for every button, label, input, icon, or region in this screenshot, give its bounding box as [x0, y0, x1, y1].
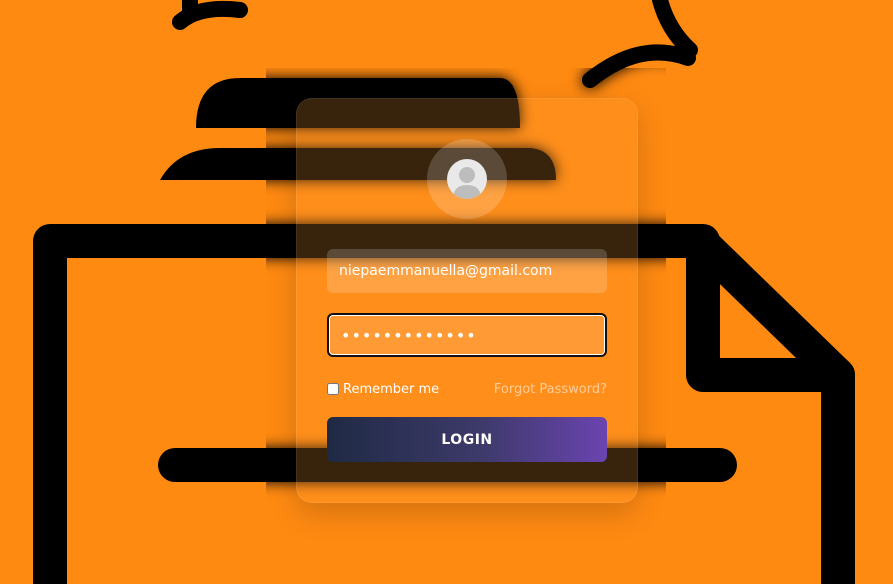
options-row: Remember me Forgot Password?	[327, 379, 607, 399]
user-avatar-icon	[447, 159, 487, 199]
forgot-password-link[interactable]: Forgot Password?	[494, 382, 607, 397]
remember-me-label: Remember me	[343, 381, 440, 397]
password-input[interactable]	[327, 313, 607, 357]
login-button[interactable]: LOGIN	[327, 417, 607, 462]
avatar-ring	[427, 139, 507, 219]
remember-me[interactable]: Remember me	[327, 382, 439, 397]
login-card: Remember me Forgot Password? LOGIN	[296, 98, 638, 503]
email-input[interactable]	[327, 249, 607, 293]
remember-me-checkbox[interactable]	[327, 383, 339, 395]
